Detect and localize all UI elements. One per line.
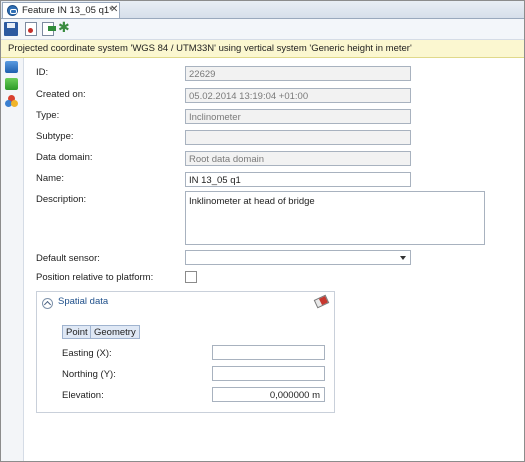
- feature-window: Feature IN 13_05 q1* ✕ ✱ Projected coord…: [0, 0, 525, 462]
- close-icon[interactable]: ✕: [110, 4, 118, 15]
- tab-point[interactable]: Point: [62, 325, 92, 339]
- description-input[interactable]: Inklinometer at head of bridge: [185, 191, 485, 245]
- domain-field: Root data domain: [185, 151, 411, 166]
- type-field: Inclinometer: [185, 109, 411, 124]
- easting-input[interactable]: [212, 345, 325, 360]
- banner-text: Projected coordinate system 'WGS 84 / UT…: [8, 43, 412, 54]
- spatial-data-title[interactable]: Spatial data: [58, 296, 108, 307]
- northing-label: Northing (Y):: [62, 369, 116, 380]
- description-label: Description:: [36, 194, 87, 205]
- star-icon[interactable]: ✱: [58, 20, 72, 34]
- collapse-icon[interactable]: [42, 298, 53, 309]
- position-label: Position relative to platform:: [36, 272, 154, 283]
- created-label: Created on:: [36, 89, 86, 100]
- tab-feature[interactable]: Feature IN 13_05 q1* ✕: [2, 2, 120, 18]
- name-input[interactable]: IN 13_05 q1: [185, 172, 411, 187]
- properties-icon[interactable]: [5, 61, 18, 73]
- easting-label: Easting (X):: [62, 348, 112, 359]
- tab-strip: Feature IN 13_05 q1* ✕: [1, 1, 524, 19]
- save-icon[interactable]: [4, 22, 18, 36]
- tab-geometry[interactable]: Geometry: [90, 325, 140, 339]
- document-icon[interactable]: [25, 22, 37, 36]
- layers-icon[interactable]: [5, 78, 18, 90]
- sensor-select[interactable]: [185, 250, 411, 265]
- eraser-icon[interactable]: [313, 294, 330, 309]
- id-label: ID:: [36, 67, 49, 78]
- created-field: 05.02.2014 13:19:04 +01:00: [185, 88, 411, 103]
- export-icon[interactable]: [42, 22, 56, 36]
- coordinate-system-banner: Projected coordinate system 'WGS 84 / UT…: [1, 40, 524, 58]
- subtype-field: [185, 130, 411, 145]
- name-label: Name:: [36, 173, 64, 184]
- elevation-input[interactable]: 0,000000 m: [212, 387, 325, 402]
- side-bar: [1, 58, 24, 461]
- chevron-down-icon: [400, 256, 406, 260]
- type-label: Type:: [36, 110, 60, 121]
- feature-icon: [7, 5, 18, 16]
- toolbar: ✱: [1, 19, 524, 40]
- tab-title: Feature IN 13_05 q1*: [22, 5, 113, 16]
- northing-input[interactable]: [212, 366, 325, 381]
- elevation-label: Elevation:: [62, 390, 104, 401]
- domain-label: Data domain:: [36, 152, 93, 163]
- group-icon[interactable]: [5, 95, 18, 107]
- position-checkbox[interactable]: [185, 271, 197, 283]
- id-field: 22629: [185, 66, 411, 81]
- sensor-label: Default sensor:: [36, 253, 100, 264]
- spatial-data-panel: Spatial data Point Geometry Easting (X):…: [36, 291, 335, 413]
- subtype-label: Subtype:: [36, 131, 74, 142]
